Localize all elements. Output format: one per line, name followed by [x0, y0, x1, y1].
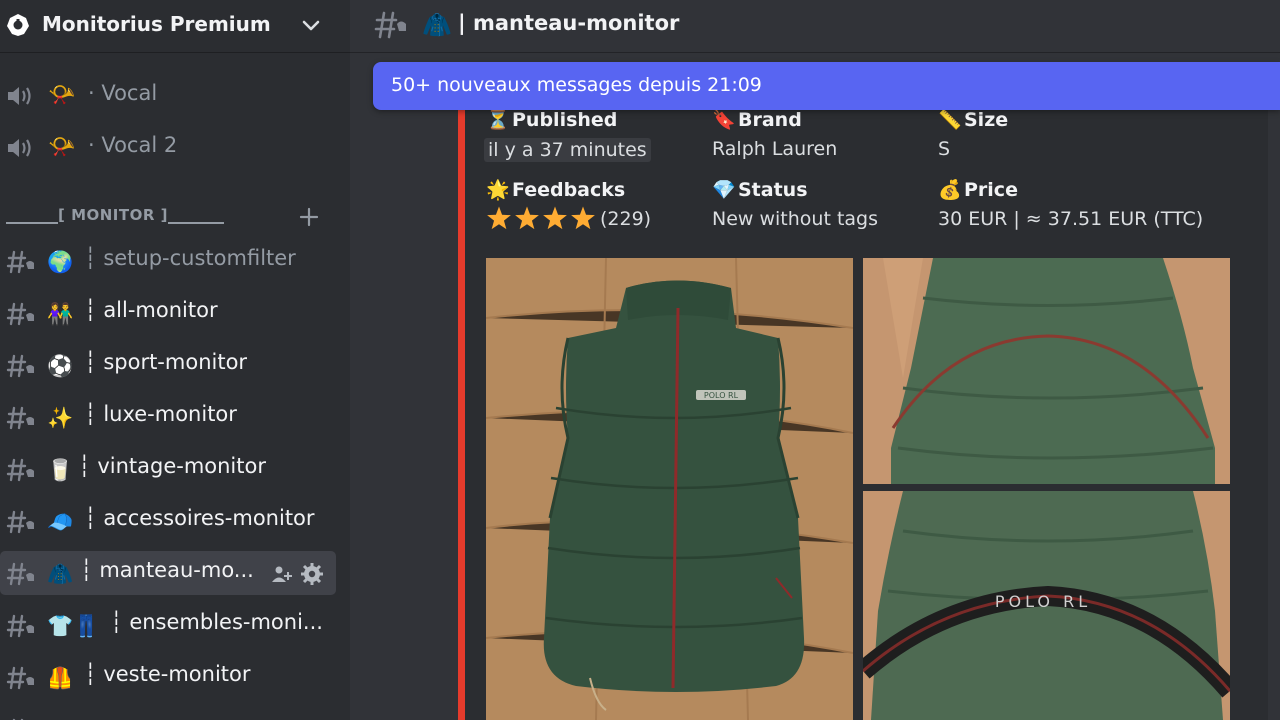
thread-hash-icon: [6, 458, 34, 482]
postal-horn-emoji: 📯: [48, 83, 76, 108]
channel-accessoires-monitor[interactable]: 🧢 ┆ accessoires-monitor: [0, 499, 336, 543]
channel-tools: [272, 563, 323, 585]
voice-channel-vocal-2[interactable]: 📯 · Vocal 2: [0, 125, 350, 169]
server-name: Monitorius Premium: [42, 12, 271, 36]
server-header[interactable]: Monitorius Premium: [0, 0, 350, 52]
thread-hash-icon: [6, 666, 34, 690]
logo-text: POLO RL: [704, 391, 739, 400]
field-label: Published: [512, 109, 618, 131]
gear-icon[interactable]: [301, 563, 323, 585]
channel-name: ┆ veste-monitor: [84, 662, 251, 686]
postal-horn-emoji: 📯: [48, 135, 76, 160]
channel-vintage-monitor[interactable]: 🥛 ┆ vintage-monitor: [0, 447, 336, 491]
field-label: Status: [738, 179, 808, 201]
new-messages-text: 50+ nouveaux messages depuis 21:09: [391, 74, 762, 96]
channel-header: 🧥 | manteau-monitor: [350, 0, 1280, 52]
channel-veste-monitor[interactable]: 🦺 ┆ veste-monitor: [0, 655, 336, 699]
voice-channel-name: · Vocal: [88, 81, 158, 105]
status-value: New without tags: [712, 208, 878, 230]
bottle-emoji: 🥛: [47, 458, 74, 482]
chevron-down-icon[interactable]: [300, 14, 322, 36]
star-icon: [515, 206, 539, 230]
channel-luxe-monitor[interactable]: ✨ ┆ luxe-monitor: [0, 395, 336, 439]
category-label: [ MONITOR ]: [58, 206, 169, 224]
channel-name: ┆ sport-monitor: [84, 350, 248, 374]
rating-stars: [487, 206, 595, 230]
hourglass-emoji: ⏳: [486, 109, 510, 131]
globe-emoji: 🌍: [47, 250, 74, 274]
soccer-ball-emoji: ⚽: [47, 354, 74, 378]
vest-emoji: 🦺: [47, 666, 74, 690]
channel-name: ┆ manteau-mo...: [80, 558, 254, 582]
photo-front[interactable]: POLO RL: [486, 258, 853, 720]
coat-emoji: 🧥: [47, 562, 74, 586]
thread-hash-icon: [6, 250, 34, 274]
new-messages-banner[interactable]: 50+ nouveaux messages depuis 21:09: [373, 62, 1280, 110]
listing-embed: ⏳ Published il y a 37 minutes 🔖 Brand Ralp…: [458, 109, 1268, 720]
bookmark-emoji: 🔖: [712, 109, 736, 131]
thread-hash-icon: [6, 562, 34, 586]
embed-accent-bar: [458, 110, 465, 720]
field-label: Feedbacks: [512, 179, 626, 201]
shirt-jeans-emoji: 👕👖: [47, 614, 100, 638]
star-icon: [543, 206, 567, 230]
thread-hash-icon: [6, 354, 34, 378]
category-divider: [6, 222, 58, 224]
brand-value: Ralph Lauren: [712, 138, 838, 160]
channel-partial-next[interactable]: [0, 707, 336, 720]
field-label: Price: [964, 179, 1018, 201]
channel-ensembles-monitor[interactable]: 👕👖 ┆ ensembles-moni...: [0, 603, 336, 647]
thread-hash-icon: [6, 510, 34, 534]
thread-hash-icon: [6, 302, 34, 326]
published-value: il y a 37 minutes: [484, 138, 651, 162]
voice-channel-name: · Vocal 2: [88, 133, 178, 157]
channel-name: ┆ accessoires-monitor: [84, 506, 315, 530]
channel-sidebar: Monitorius Premium 📯 · Vocal 📯 · Vocal 2…: [0, 0, 350, 720]
thread-hash-icon: [374, 11, 406, 39]
sun-emoji: 🌟: [486, 179, 510, 201]
field-label: Brand: [738, 109, 802, 131]
channel-title: | manteau-monitor: [458, 11, 680, 35]
speaker-icon: [8, 139, 31, 157]
field-label: Size: [964, 109, 1009, 131]
logo-text: POLO RL: [995, 592, 1091, 611]
price-value: 30 EUR | ≈ 37.51 EUR (TTC): [938, 208, 1204, 230]
ruler-emoji: 📏: [938, 109, 962, 131]
channel-setup-customfilter[interactable]: 🌍 ┆ setup-customfilter: [0, 239, 336, 283]
couple-emoji: 👫: [47, 302, 74, 326]
size-value: S: [938, 138, 951, 160]
coat-emoji: 🧥: [422, 11, 452, 39]
speaker-icon: [8, 87, 31, 105]
cap-emoji: 🧢: [47, 510, 74, 534]
channel-name: ┆ setup-customfilter: [84, 246, 296, 270]
photo-back-top[interactable]: [863, 258, 1230, 484]
category-monitor[interactable]: [ MONITOR ]: [0, 204, 350, 232]
server-icon: [7, 14, 29, 36]
star-icon: [571, 206, 595, 230]
channel-all-monitor[interactable]: 👫 ┆ all-monitor: [0, 291, 336, 335]
add-channel-icon[interactable]: [298, 206, 320, 228]
gem-emoji: 💎: [712, 179, 736, 201]
channel-name: ┆ luxe-monitor: [84, 402, 237, 426]
channel-manteau-monitor[interactable]: 🧥 ┆ manteau-mo...: [0, 551, 336, 595]
category-divider: [168, 222, 224, 224]
channel-sport-monitor[interactable]: ⚽ ┆ sport-monitor: [0, 343, 336, 387]
star-icon: [487, 206, 511, 230]
invite-people-icon[interactable]: [272, 566, 292, 583]
thread-hash-icon: [6, 406, 34, 430]
channel-name: ┆ ensembles-moni...: [110, 610, 323, 634]
photo-back-collar[interactable]: POLO RL: [863, 491, 1230, 720]
channel-name: ┆ vintage-monitor: [78, 454, 266, 478]
feedback-count: (229): [600, 208, 652, 230]
voice-channel-vocal[interactable]: 📯 · Vocal: [0, 73, 350, 117]
thread-hash-icon: [6, 614, 34, 638]
sparkles-emoji: ✨: [47, 406, 74, 430]
channel-name: ┆ all-monitor: [84, 298, 218, 322]
money-bag-emoji: 💰: [938, 179, 962, 201]
